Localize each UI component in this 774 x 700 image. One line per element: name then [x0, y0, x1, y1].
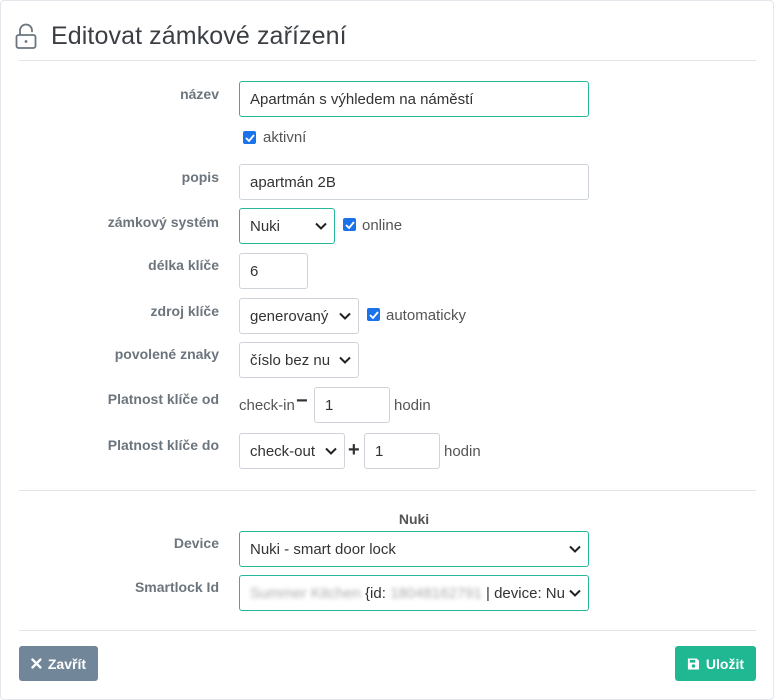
close-icon — [31, 658, 42, 669]
header: Editovat zámkové zařízení — [15, 19, 347, 53]
device-label: Device — [173, 535, 219, 551]
online-checkbox[interactable] — [343, 218, 356, 231]
valid-from-unit: hodin — [394, 397, 431, 414]
lock-system-label: zámkový systém — [107, 214, 219, 230]
automatic-label[interactable]: automaticky — [386, 307, 466, 324]
unlock-icon — [15, 23, 37, 49]
key-length-label: délka klíče — [148, 257, 219, 273]
active-label[interactable]: aktivní — [263, 129, 306, 146]
close-button[interactable]: Zavřít — [19, 646, 98, 681]
valid-to-unit: hodin — [444, 443, 481, 460]
description-input[interactable]: apartmán 2B — [239, 164, 589, 200]
name-label: název — [180, 86, 219, 102]
chevron-down-icon — [339, 356, 351, 364]
smartlock-device-suffix: | device: Nu — [486, 584, 565, 602]
chevron-down-icon — [315, 222, 327, 230]
description-input-value: apartmán 2B — [250, 173, 336, 191]
valid-to-select[interactable]: check-out — [239, 433, 345, 469]
lock-system-value: Nuki — [250, 217, 281, 235]
allowed-chars-value: číslo bez nu — [250, 351, 331, 369]
smartlock-blurred-id: 18048162791 — [390, 584, 482, 602]
check-in-text: check-in — [239, 397, 295, 414]
key-length-input[interactable]: 6 — [239, 253, 308, 289]
allowed-chars-select[interactable]: číslo bez nu — [239, 342, 359, 378]
footer-divider — [19, 630, 756, 631]
description-label: popis — [181, 169, 219, 185]
save-button[interactable]: Uložit — [675, 646, 756, 681]
save-button-label: Uložit — [705, 655, 744, 672]
valid-from-label: Platnost klíče od — [107, 391, 219, 407]
device-value: Nuki - smart door lock — [250, 540, 396, 558]
allowed-chars-label: povolené znaky — [114, 346, 219, 362]
section-divider — [19, 490, 756, 491]
name-input[interactable]: Apartmán s výhledem na náměstí — [239, 81, 589, 117]
lock-system-select[interactable]: Nuki — [239, 208, 335, 244]
smartlock-id-prefix: {id: — [365, 584, 386, 602]
plus-sign: + — [348, 439, 360, 461]
valid-from-hours-input[interactable]: 1 — [314, 387, 390, 423]
close-button-label: Zavřít — [47, 655, 86, 672]
smartlock-label: Smartlock Id — [134, 579, 219, 595]
online-label[interactable]: online — [362, 217, 402, 234]
header-divider — [19, 60, 756, 61]
minus-sign: − — [296, 390, 308, 412]
name-input-value: Apartmán s výhledem na náměstí — [250, 90, 474, 108]
edit-lock-device-card: Editovat zámkové zařízení název Apartmán… — [0, 0, 774, 700]
key-source-label: zdroj klíče — [150, 303, 219, 319]
key-source-select[interactable]: generovaný — [239, 298, 359, 334]
chevron-down-icon — [339, 312, 351, 320]
key-length-value: 6 — [250, 262, 259, 280]
active-checkbox[interactable] — [243, 131, 256, 144]
valid-to-hours-value: 1 — [375, 442, 384, 460]
smartlock-select[interactable]: Summer Kitchen {id: 18048162791 | device… — [239, 575, 589, 611]
chevron-down-icon — [325, 447, 337, 455]
chevron-down-icon — [569, 589, 581, 597]
valid-to-value: check-out — [250, 442, 316, 460]
key-source-value: generovaný — [250, 307, 329, 325]
valid-from-hours-value: 1 — [325, 396, 334, 414]
chevron-down-icon — [569, 545, 581, 553]
smartlock-value: Summer Kitchen {id: 18048162791 | device… — [250, 585, 565, 602]
valid-to-hours-input[interactable]: 1 — [364, 433, 440, 469]
smartlock-blurred-name: Summer Kitchen — [250, 584, 361, 602]
valid-to-label: Platnost klíče do — [107, 437, 219, 453]
nuki-section-title: Nuki — [398, 511, 430, 527]
save-icon — [687, 657, 699, 670]
automatic-checkbox[interactable] — [367, 308, 380, 321]
page-title: Editovat zámkové zařízení — [51, 21, 347, 50]
device-select[interactable]: Nuki - smart door lock — [239, 531, 589, 567]
